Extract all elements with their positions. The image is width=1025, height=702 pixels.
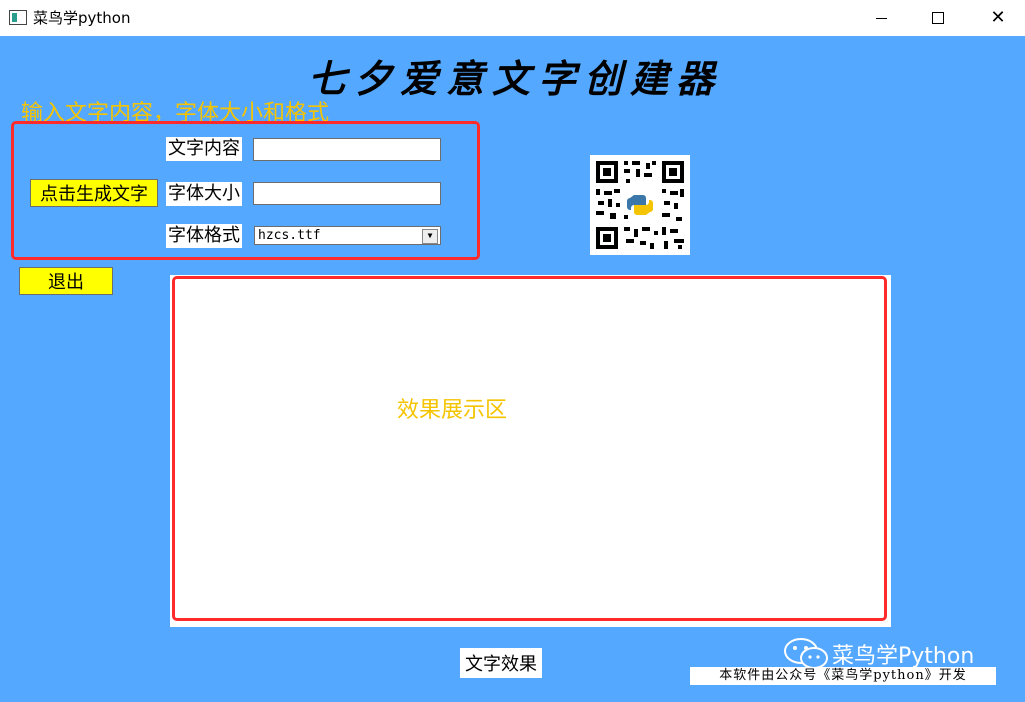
- watermark-text: 菜鸟学Python: [832, 644, 975, 669]
- minimize-button[interactable]: [858, 0, 904, 36]
- font-format-select[interactable]: hzcs.ttf ▼: [254, 226, 441, 245]
- footer-credit: 本软件由公众号《菜鸟学python》开发: [690, 667, 996, 685]
- display-hint-annotation: 效果展示区: [397, 398, 508, 423]
- font-size-label: 字体大小: [166, 182, 242, 206]
- python-logo-icon: [627, 193, 653, 217]
- dropdown-arrow-icon[interactable]: ▼: [422, 229, 438, 244]
- text-content-input[interactable]: [253, 138, 441, 161]
- exit-button[interactable]: 退出: [19, 267, 113, 295]
- font-format-label: 字体格式: [166, 224, 242, 248]
- page-title: 七夕爱意文字创建器: [307, 56, 722, 101]
- text-content-label: 文字内容: [166, 137, 242, 161]
- text-effect-label: 文字效果: [460, 648, 542, 678]
- close-button[interactable]: ✕: [975, 0, 1021, 36]
- maximize-icon: [932, 12, 944, 24]
- window-titlebar: 菜鸟学python ✕: [0, 0, 1025, 36]
- qr-code-icon: [590, 155, 690, 255]
- display-section-frame: [172, 276, 887, 621]
- font-format-value: hzcs.ttf: [258, 228, 321, 243]
- minimize-icon: [875, 17, 887, 19]
- app-window-icon: [9, 10, 27, 25]
- qr-code-graphic: [596, 161, 684, 249]
- close-icon: ✕: [990, 7, 1006, 28]
- maximize-button[interactable]: [915, 0, 961, 36]
- generate-text-button[interactable]: 点击生成文字: [30, 179, 158, 207]
- window-title: 菜鸟学python: [33, 9, 131, 27]
- font-size-input[interactable]: [253, 182, 441, 205]
